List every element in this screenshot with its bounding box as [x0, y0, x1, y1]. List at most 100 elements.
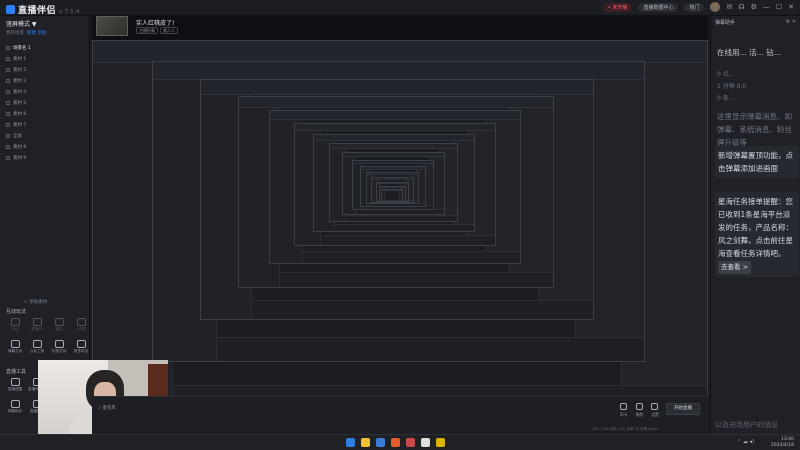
soundcard-icon	[620, 403, 628, 410]
scene-label: 素材 9	[13, 155, 27, 161]
nested-preview-frame	[381, 189, 404, 203]
scene-icon	[6, 89, 10, 94]
taskbar-app-icon[interactable]	[391, 438, 400, 447]
interaction-item[interactable]: 连线	[6, 318, 24, 336]
tray-icons[interactable]: ⌃ ☁ ◂)	[737, 439, 754, 445]
taskbar-apps	[346, 438, 445, 447]
windows-taskbar: ⌃ ☁ ◂) 13:00 2024/4/18	[0, 434, 800, 450]
close-icon[interactable]: ✕	[788, 3, 794, 11]
tool-icon	[10, 378, 20, 386]
tool-item[interactable]: 直播提醒	[6, 378, 24, 396]
scene-item[interactable]: 素材 5	[6, 97, 86, 108]
scene-icon	[6, 155, 10, 160]
hot-button[interactable]: 热门	[684, 2, 705, 12]
scene-item[interactable]: 素材 1	[6, 53, 86, 64]
headset-icon[interactable]: ☊	[738, 3, 744, 11]
interaction-icon	[32, 318, 42, 326]
interaction-icon	[76, 318, 86, 326]
maximize-icon[interactable]: ☐	[776, 3, 782, 11]
interaction-label: 互动工具	[29, 349, 45, 353]
scene-item[interactable]: 素材 4	[6, 86, 86, 97]
scene-label: 素材 1	[13, 56, 27, 62]
scene-label: 素材 7	[13, 122, 27, 128]
task-text: 星海任务接单提醒：您已收到1条星海平台派发的任务，产品名称：风之剑舞，点击前往星…	[718, 197, 793, 258]
data-center-button[interactable]: 直播数据中心	[638, 2, 679, 12]
scene-label: 素材 3	[13, 78, 27, 84]
settings-icon[interactable]: ⚙	[751, 3, 757, 11]
taskbar-app-icon[interactable]	[436, 438, 445, 447]
scene-item[interactable]: 场景名 1	[6, 42, 86, 53]
scene-header: 我的场景 新建 添加	[6, 31, 47, 36]
avatar[interactable]	[710, 2, 721, 12]
stream-tags: 主播形象 猫人人	[136, 27, 180, 34]
taskbar-app-icon[interactable]	[406, 438, 415, 447]
interaction-item[interactable]: 弹幕互动	[6, 340, 24, 358]
scene-icon	[6, 133, 10, 138]
interaction-item[interactable]: 直播PK	[28, 318, 46, 336]
app-window: 直播伴侣 v 7.1.4 • 未开播 直播数据中心 热门 ✉ ☊ ⚙ — ☐ ✕ …	[0, 0, 800, 444]
interaction-icon	[76, 340, 86, 348]
scene-actions[interactable]: 新建 添加	[27, 31, 46, 36]
start-live-button[interactable]: 开始直播	[666, 403, 700, 415]
taskbar-app-icon[interactable]	[361, 438, 370, 447]
tool-icon	[10, 400, 20, 408]
interaction-item[interactable]: 礼物互动	[50, 340, 68, 358]
interaction-item[interactable]: 福袋	[50, 318, 68, 336]
tool-item[interactable]: 弹幕助手	[6, 400, 24, 418]
interaction-label: 更多玩法	[73, 349, 89, 353]
stream-header: 实人红桃皮了! 主播形象 猫人人	[94, 16, 706, 38]
interaction-item[interactable]: 心愿单	[72, 318, 90, 336]
system-clock[interactable]: 13:00 2024/4/18	[771, 437, 794, 449]
interaction-label: 福袋	[55, 327, 63, 331]
task-card: 星海任务接单提醒：您已收到1条星海平台派发的任务，产品名称：风之剑舞，点击前往星…	[715, 192, 799, 277]
settings-button[interactable]: 设置	[651, 403, 659, 418]
panel-settings-icon[interactable]: ⚙ ✕	[786, 19, 796, 25]
tools-title: 直播工具	[6, 369, 27, 375]
taskbar-app-icon[interactable]	[421, 438, 430, 447]
logo-icon	[6, 5, 15, 14]
right-panel: 弹幕助手 ⚙ ✕ 在线用... 活... 钻... 0 点... 1 分钟 0.…	[710, 16, 800, 434]
message-icon[interactable]: ✉	[726, 3, 732, 11]
scene-icon	[6, 111, 10, 116]
mode-selector[interactable]: 竖屏模式 ▼	[6, 19, 37, 28]
interaction-label: 礼物互动	[51, 349, 67, 353]
scene-item[interactable]: 素材 9	[6, 152, 86, 163]
scene-icon	[6, 100, 10, 105]
scene-icon	[6, 45, 10, 50]
stat-line: 0 条...	[717, 95, 735, 102]
beauty-button[interactable]: 美颜	[635, 403, 643, 418]
live-status-badge: • 未开播	[602, 2, 633, 12]
interaction-item[interactable]: 互动工具	[28, 340, 46, 358]
scene-label: 全屏	[13, 133, 22, 139]
interaction-label: 弹幕互动	[7, 349, 23, 353]
taskbar-app-icon[interactable]	[376, 438, 385, 447]
add-source-button[interactable]: + 添加素材	[24, 299, 47, 305]
soundcard-button[interactable]: 声卡	[620, 403, 628, 418]
performance-status: CPU 12% 内存 4.2G 帧率 30 码率 0kb/s	[592, 427, 658, 431]
view-task-button[interactable]: 去查看 >	[718, 261, 752, 274]
scene-icon	[6, 56, 10, 61]
footer-hint: 以及进场用户的消息	[715, 421, 778, 429]
scene-item[interactable]: 全屏	[6, 130, 86, 141]
stream-title[interactable]: 实人红桃皮了!	[136, 18, 174, 27]
minimize-icon[interactable]: —	[763, 3, 770, 11]
interaction-item[interactable]: 更多玩法	[72, 340, 90, 358]
scene-item[interactable]: 素材 7	[6, 119, 86, 130]
scene-item[interactable]: 素材 6	[6, 108, 86, 119]
scene-icon	[6, 122, 10, 127]
taskbar-app-icon[interactable]	[346, 438, 355, 447]
scene-label: 素材 6	[13, 111, 27, 117]
stream-cover[interactable]	[96, 16, 128, 36]
scene-item[interactable]: 素材 8	[6, 141, 86, 152]
scene-item[interactable]: 素材 2	[6, 64, 86, 75]
mic-control[interactable]: ♪ 麦克风	[98, 405, 116, 411]
app-version: v 7.1.4	[59, 9, 80, 15]
recursive-preview	[92, 40, 708, 416]
beauty-icon	[635, 403, 643, 410]
interaction-icon	[54, 318, 64, 326]
scene-item[interactable]: 素材 3	[6, 75, 86, 86]
preview-area[interactable]: 实人红桃皮了! 主播形象 猫人人	[92, 16, 708, 416]
clock-date: 2024/4/18	[770, 443, 794, 448]
stream-tag: 猫人人	[160, 27, 178, 34]
title-bar-actions: • 未开播 直播数据中心 热门 ✉ ☊ ⚙ — ☐ ✕	[602, 2, 794, 12]
